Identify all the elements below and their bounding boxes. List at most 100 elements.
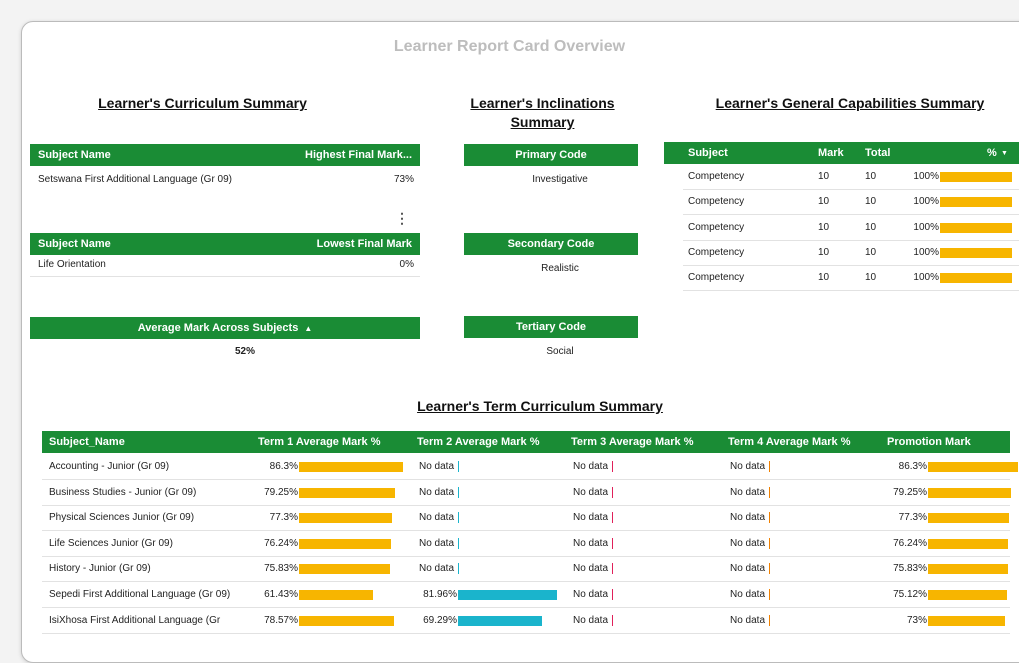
more-options-icon[interactable]: ⋮ (395, 210, 409, 227)
term4-tick (769, 589, 770, 600)
cap-total: 10 (865, 246, 877, 258)
cap-subject: Competency (688, 272, 745, 284)
inclinations-summary-title: Learner's Inclinations Summary (440, 94, 645, 132)
term4-col[interactable]: Term 4 Average Mark % (728, 436, 850, 448)
highest-mark: 73% (393, 174, 414, 185)
cap-total: 10 (865, 171, 877, 182)
term2-value: 81.96% (423, 589, 457, 600)
lowest-mark-header[interactable]: Subject Name Lowest Final Mark (30, 233, 420, 255)
cap-mark: 10 (818, 196, 830, 208)
cap-subject: Competency (688, 221, 745, 233)
term1-bar (299, 462, 403, 472)
term4-tick (769, 461, 770, 472)
average-mark-label[interactable]: Average Mark Across Subjects (138, 322, 299, 334)
lowest-mark: 0% (399, 259, 414, 270)
term4-tick (769, 537, 770, 549)
term1-value: 78.57% (264, 614, 298, 626)
capabilities-header[interactable]: Subject Mark Total % ▼ (664, 142, 1019, 164)
row-divider (683, 189, 1019, 190)
term1-value: 77.3% (269, 512, 298, 524)
secondary-code-header[interactable]: Secondary Code (464, 233, 638, 255)
average-mark-value: 52% (234, 346, 255, 357)
term-summary-title: Learner's Term Curriculum Summary (417, 398, 663, 414)
sort-down-icon[interactable]: ▼ (1001, 150, 1008, 157)
term-subject-col[interactable]: Subject_Name (49, 436, 125, 448)
lowest-subject: Life Orientation (38, 259, 106, 270)
cap-subject-col[interactable]: Subject (688, 147, 728, 159)
cap-pct-col[interactable]: % (987, 147, 997, 159)
term1-col[interactable]: Term 1 Average Mark % (258, 436, 380, 448)
term2-value: 69.29% (423, 614, 457, 626)
promotion-value: 75.83% (893, 563, 927, 575)
term2-tick (458, 486, 459, 498)
term3-value: No data (573, 461, 609, 472)
cap-pct: 100% (913, 171, 939, 182)
term2-value: No data (419, 461, 455, 472)
term-subject: History - Junior (Gr 09) (49, 563, 151, 575)
cap-mark: 10 (818, 221, 830, 233)
term1-value: 75.83% (264, 563, 298, 575)
term2-col[interactable]: Term 2 Average Mark % (417, 436, 539, 448)
tertiary-code-header[interactable]: Tertiary Code (464, 316, 638, 338)
cap-pct-bar (940, 172, 1012, 182)
promotion-col[interactable]: Promotion Mark (887, 436, 971, 448)
promotion-value: 75.12% (893, 589, 927, 600)
term2-tick (458, 537, 459, 549)
cap-total: 10 (865, 221, 877, 233)
term3-tick (612, 461, 613, 472)
primary-code-header[interactable]: Primary Code (464, 144, 638, 166)
term3-tick (612, 563, 613, 575)
row-divider (42, 632, 1010, 634)
row-divider (42, 607, 1010, 608)
term1-bar (299, 564, 391, 575)
cap-subject: Competency (688, 246, 745, 258)
term1-value: 79.25% (264, 486, 298, 498)
cap-mark-col[interactable]: Mark (818, 147, 844, 159)
promotion-bar (928, 462, 1019, 472)
term4-tick (769, 614, 770, 626)
term4-tick (769, 563, 770, 575)
highest-final-mark-col[interactable]: Highest Final Mark... (305, 149, 412, 161)
term2-bar (458, 590, 557, 600)
promotion-value: 76.24% (893, 537, 927, 549)
row-divider (42, 530, 1010, 532)
term3-value: No data (573, 563, 609, 575)
tertiary-code-value: Social (546, 346, 574, 357)
term1-bar (299, 538, 391, 549)
page-title: Learner Report Card Overview (393, 38, 626, 55)
cap-total-col[interactable]: Total (865, 147, 890, 159)
term3-value: No data (573, 537, 609, 549)
sort-up-icon[interactable]: ▲ (304, 324, 312, 333)
promotion-value: 79.25% (893, 486, 927, 498)
term3-col[interactable]: Term 3 Average Mark % (571, 436, 693, 448)
term-subject: Sepedi First Additional Language (Gr 09) (49, 589, 231, 600)
capabilities-summary-title: Learner's General Capabilities Summary (715, 95, 985, 111)
term1-bar (299, 513, 393, 524)
cap-pct: 100% (913, 221, 939, 233)
secondary-code-label[interactable]: Secondary Code (508, 238, 595, 250)
promotion-bar (928, 564, 1008, 575)
term3-tick (612, 589, 613, 600)
subject-name-col[interactable]: Subject Name (38, 149, 111, 161)
tertiary-code-label[interactable]: Tertiary Code (516, 321, 586, 333)
cap-pct: 100% (913, 246, 939, 258)
promotion-value: 86.3% (898, 461, 927, 472)
cap-pct-bar (940, 273, 1012, 284)
term1-value: 86.3% (269, 461, 298, 472)
promotion-bar (928, 538, 1008, 549)
term-table-header[interactable]: Subject_Name Term 1 Average Mark % Term … (42, 431, 1010, 453)
row-divider (42, 581, 1010, 583)
inclinations-title-line1: Learner's Inclinations (470, 95, 615, 111)
row-divider (683, 214, 1019, 216)
cap-pct-bar (940, 222, 1012, 233)
lowest-final-mark-col[interactable]: Lowest Final Mark (317, 238, 412, 250)
highest-mark-header[interactable]: Subject Name Highest Final Mark... (30, 144, 420, 166)
average-mark-header[interactable]: Average Mark Across Subjects ▲ (30, 317, 420, 339)
cap-mark: 10 (818, 246, 830, 258)
cap-subject: Competency (688, 171, 745, 182)
cap-pct: 100% (913, 272, 939, 284)
term2-tick (458, 461, 459, 472)
primary-code-label[interactable]: Primary Code (515, 149, 587, 161)
subject-name-col[interactable]: Subject Name (38, 238, 111, 250)
term3-value: No data (573, 589, 609, 600)
